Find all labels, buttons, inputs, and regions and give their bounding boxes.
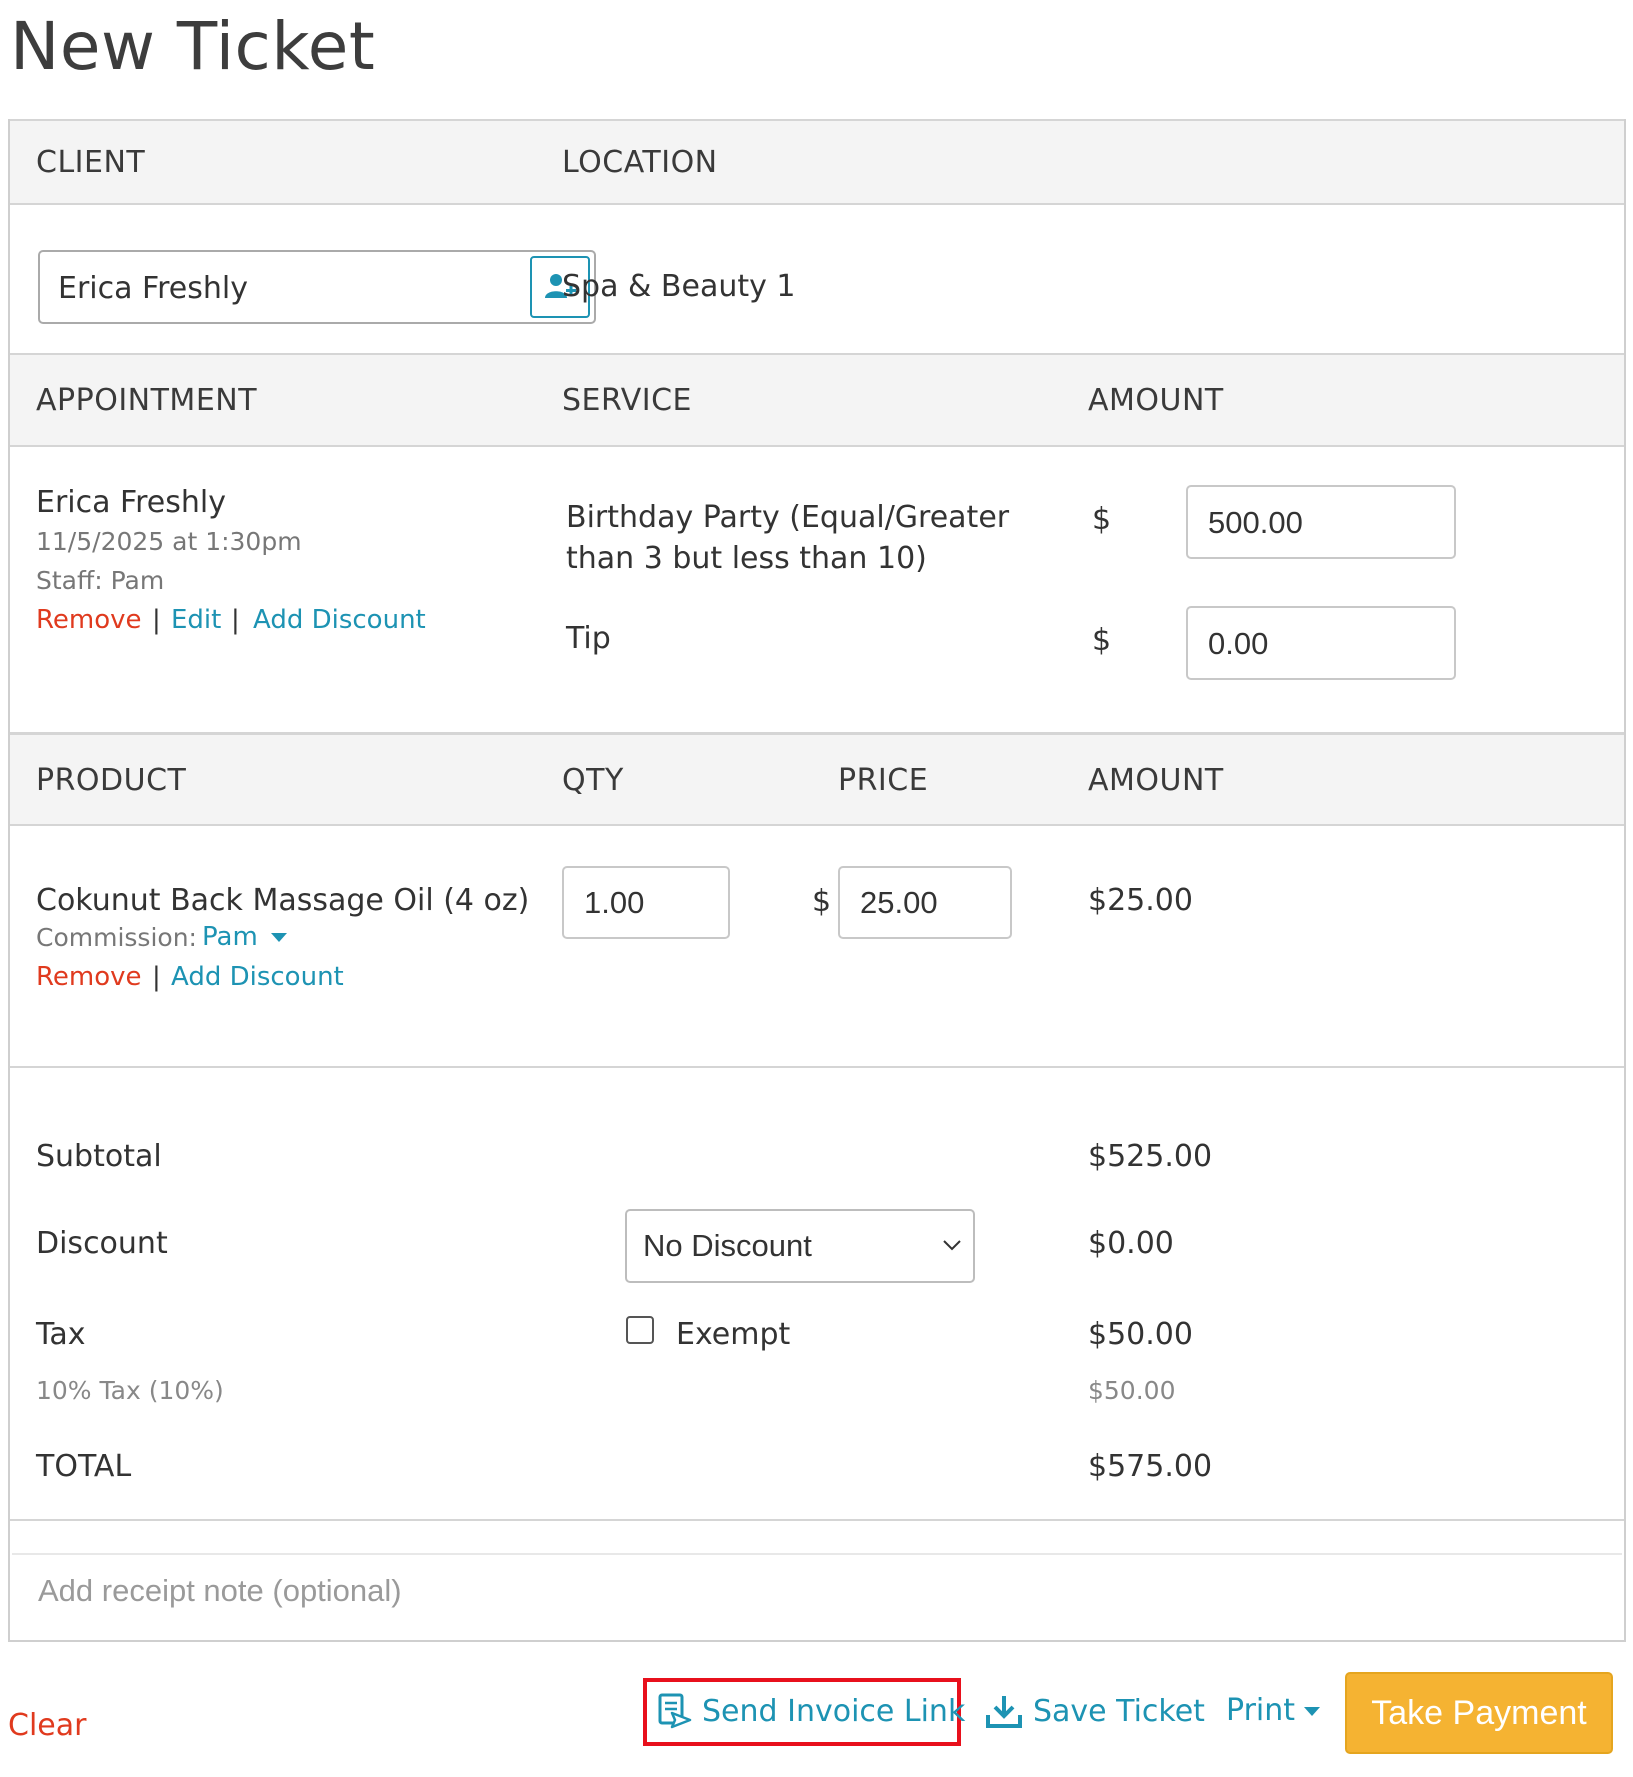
separator: | [152,962,161,992]
client-header: CLIENT [36,145,146,180]
client-header-band [10,119,1624,205]
currency-symbol: $ [1092,623,1112,658]
save-ticket-button[interactable]: Save Ticket [985,1693,1205,1729]
commission-staff-dropdown[interactable]: Pam [202,922,288,952]
chevron-down-icon [943,1240,961,1251]
download-icon [986,1696,1022,1728]
tax-label: Tax [36,1317,86,1352]
qty-header: QTY [562,763,624,798]
page-title: New Ticket [10,8,376,85]
location-value: Spa & Beauty 1 [562,269,796,304]
ticket-card: CLIENT LOCATION Erica Freshly Spa & Beau… [8,119,1626,1642]
invoice-send-icon [658,1693,692,1729]
product-amount-header: AMOUNT [1088,763,1224,798]
print-dropdown-button[interactable]: Print [1226,1693,1321,1728]
product-name: Cokunut Back Massage Oil (4 oz) [36,883,530,918]
caret-down-icon [270,933,287,942]
print-label: Print [1226,1693,1296,1728]
divider [10,1519,1624,1521]
client-field[interactable]: Erica Freshly [38,250,596,324]
subtotal-label: Subtotal [36,1139,162,1174]
subtotal-value: $525.00 [1088,1139,1213,1174]
receipt-note-placeholder: Add receipt note (optional) [38,1573,402,1608]
separator: | [231,605,240,635]
separator: | [152,605,161,635]
tax-value: $50.00 [1088,1317,1193,1352]
product-header: PRODUCT [36,763,187,798]
product-add-discount-link[interactable]: Add Discount [171,962,344,992]
discount-select[interactable]: No Discount [625,1209,975,1283]
discount-label: Discount [36,1226,168,1261]
tax-exempt-label: Exempt [676,1317,791,1352]
commission-label: Commission: [36,923,197,952]
currency-symbol: $ [812,884,832,919]
product-amount: $25.00 [1088,883,1193,918]
service-name-line1: Birthday Party (Equal/Greater [566,500,1010,535]
total-value: $575.00 [1088,1449,1213,1484]
send-invoice-link-button[interactable]: Send Invoice Link [658,1693,965,1729]
product-header-band [10,732,1624,826]
appointment-edit-link[interactable]: Edit [171,605,221,635]
currency-symbol: $ [1092,502,1112,537]
tip-amount-input[interactable]: 0.00 [1186,606,1456,680]
clear-button[interactable]: Clear [8,1708,86,1743]
discount-select-value: No Discount [643,1228,812,1263]
tax-exempt-checkbox[interactable] [626,1316,654,1344]
take-payment-button[interactable]: Take Payment [1345,1672,1613,1754]
service-amount-input[interactable]: 500.00 [1186,485,1456,559]
save-ticket-label: Save Ticket [1033,1693,1205,1729]
appointment-staff: Staff: Pam [36,566,165,595]
appointment-header: APPOINTMENT [36,383,258,418]
product-remove-link[interactable]: Remove [36,962,142,992]
client-field-value: Erica Freshly [58,271,248,306]
tax-detail-value: $50.00 [1088,1376,1176,1405]
service-header: SERVICE [562,383,692,418]
price-header: PRICE [838,763,929,798]
price-input[interactable]: 25.00 [838,866,1012,939]
appointment-datetime: 11/5/2025 at 1:30pm [36,527,302,556]
divider [10,1066,1624,1068]
amount-header: AMOUNT [1088,383,1224,418]
commission-staff-value: Pam [202,922,258,952]
tip-label: Tip [566,621,611,656]
qty-input[interactable]: 1.00 [562,866,730,939]
appointment-add-discount-link[interactable]: Add Discount [253,605,426,635]
tax-detail-label: 10% Tax (10%) [36,1376,224,1405]
caret-down-icon [1304,1706,1321,1716]
discount-value: $0.00 [1088,1226,1174,1261]
appointment-client-name: Erica Freshly [36,485,226,520]
appointment-remove-link[interactable]: Remove [36,605,142,635]
total-label: TOTAL [36,1449,132,1484]
service-name-line2: than 3 but less than 10) [566,541,927,576]
send-invoice-link-label: Send Invoice Link [702,1693,966,1729]
location-header: LOCATION [562,145,718,180]
